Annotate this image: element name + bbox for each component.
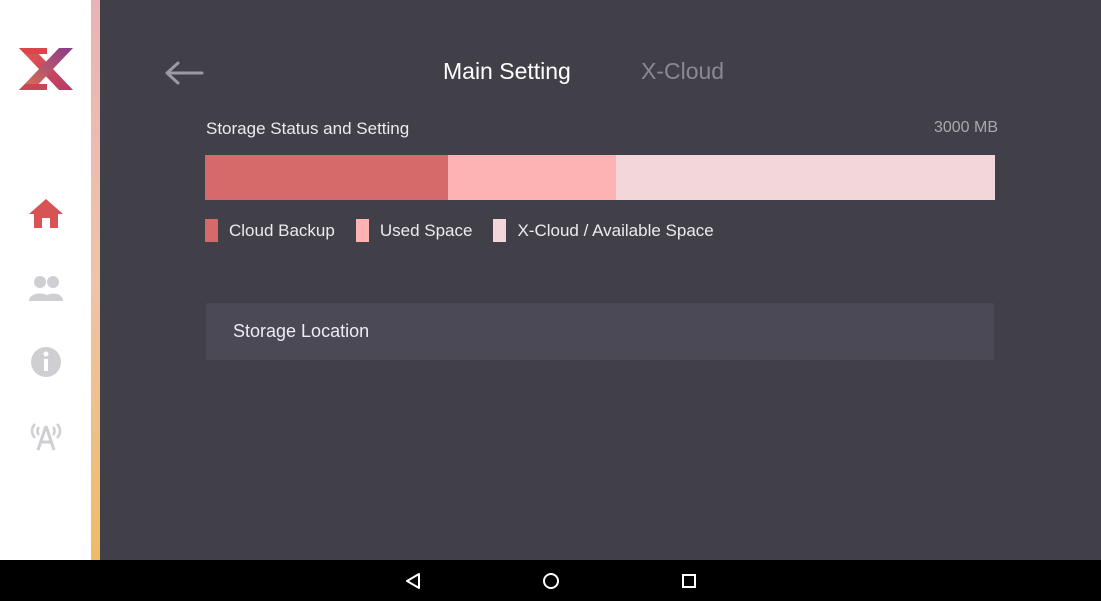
main-panel: Main Setting X-Cloud Storage Status and … (100, 0, 1101, 560)
system-nav-bar (0, 560, 1101, 601)
storage-location-label: Storage Location (233, 321, 370, 341)
storage-bar-used-space (447, 155, 616, 200)
sidebar (0, 0, 91, 560)
legend-swatch (493, 219, 507, 242)
legend-item-cloud-backup: Cloud Backup (205, 219, 335, 242)
back-icon[interactable] (401, 569, 425, 593)
tab-main-setting[interactable]: Main Setting (443, 58, 571, 85)
tab-x-cloud[interactable]: X-Cloud (641, 58, 724, 85)
back-arrow-icon[interactable] (164, 60, 204, 86)
storage-bar (205, 155, 995, 200)
storage-title: Storage Status and Setting (206, 119, 410, 138)
legend-swatch (205, 219, 218, 242)
legend-item-available-space: X-Cloud / Available Space (493, 219, 714, 242)
home-circle-icon[interactable] (539, 569, 563, 593)
legend-swatch (355, 219, 369, 242)
legend-label: X-Cloud / Available Space (517, 220, 714, 240)
antenna-icon[interactable] (27, 418, 65, 454)
legend-item-used-space: Used Space (355, 219, 473, 242)
recents-icon[interactable] (677, 569, 701, 593)
storage-legend: Cloud Backup Used Space X-Cloud / Availa… (205, 219, 735, 242)
home-icon[interactable] (27, 196, 65, 232)
legend-label: Used Space (379, 220, 473, 240)
users-icon[interactable] (27, 271, 65, 307)
legend-label: Cloud Backup (229, 220, 335, 240)
storage-location-row[interactable]: Storage Location (206, 303, 994, 360)
storage-total: 3000 MB (933, 119, 998, 136)
x-logo (19, 48, 73, 90)
info-icon[interactable] (27, 344, 65, 380)
storage-bar-cloud-backup (205, 155, 448, 200)
sidebar-accent-strip (91, 0, 100, 560)
storage-bar-available-space (615, 155, 995, 200)
